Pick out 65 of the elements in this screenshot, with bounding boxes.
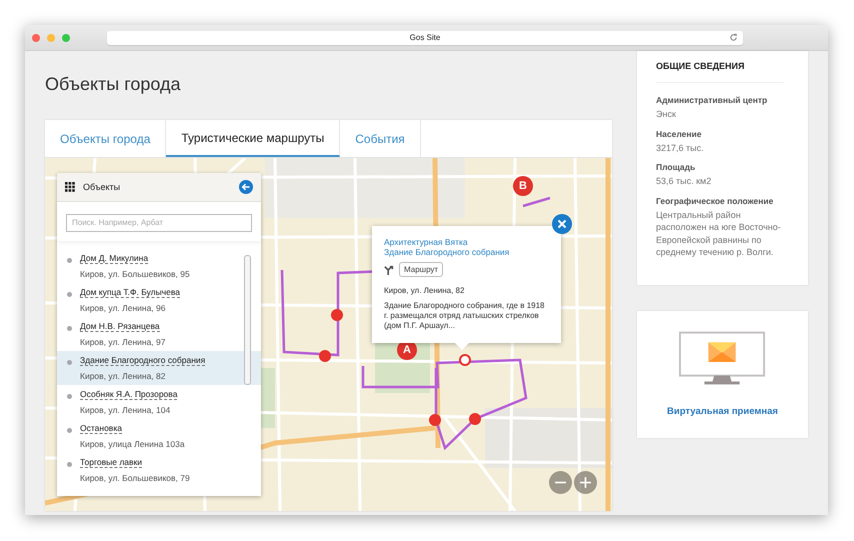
popup-description: Здание Благородного собрания, где в 1918 г. размещался отряд латышских стрелков (дом П.Г. Аршаул... — [384, 301, 546, 331]
object-list-item[interactable]: Здание Благородного собрания Киров, ул. Ленина, 82 — [57, 350, 261, 384]
object-list-item[interactable]: Торговые лавки Киров, ул. Большевиков, 79 — [57, 452, 261, 486]
info-heading: ОБЩИЕ СВЕДЕНИЯ — [656, 61, 784, 83]
tab[interactable]: Туристические маршруты — [166, 120, 340, 157]
tab[interactable]: Объекты города — [45, 120, 166, 157]
close-window-icon[interactable] — [32, 34, 40, 42]
page-title: Объекты города — [45, 73, 182, 96]
route-point-icon[interactable] — [459, 354, 471, 366]
info-label: Площадь — [656, 162, 696, 172]
object-name-link[interactable]: Особняк Я.А. Прозорова — [80, 388, 178, 400]
panel-title: Объекты — [83, 182, 122, 192]
object-address: Киров, ул. Большевиков, 79 — [80, 472, 190, 482]
reload-icon[interactable] — [729, 33, 738, 42]
bullet-icon — [67, 394, 72, 398]
bullet-icon — [67, 462, 72, 466]
route-point-icon[interactable] — [319, 350, 331, 362]
object-name-link[interactable]: Дом Д. Микулина — [80, 252, 148, 264]
bullet-icon — [67, 428, 72, 432]
info-label: Административный центр — [656, 95, 768, 105]
object-name-link[interactable]: Дом Н.В. Рязанцева — [80, 320, 160, 332]
info-value: 53,6 тыс. км2 — [656, 175, 712, 188]
bullet-icon — [67, 326, 72, 330]
object-name-link[interactable]: Дом купца Т.Ф. Булычева — [80, 286, 180, 298]
route-point-icon[interactable] — [331, 309, 343, 321]
tab[interactable]: События — [340, 120, 421, 157]
info-value: Энск — [656, 108, 677, 120]
address-bar[interactable]: Gos Site — [107, 30, 743, 44]
close-icon[interactable] — [552, 214, 572, 234]
grid-icon[interactable] — [65, 182, 75, 192]
info-label: Географическое положение — [656, 196, 774, 206]
popup-title-link[interactable]: Архитектурная Вятка — [384, 237, 549, 247]
route-point-icon[interactable] — [469, 413, 481, 425]
back-arrow-icon[interactable] — [239, 180, 253, 194]
plus-icon — [579, 476, 592, 489]
object-address: Киров, ул. Ленина, 104 — [80, 404, 172, 414]
info-label: Население — [656, 128, 702, 138]
object-name-link[interactable]: Торговые лавки — [80, 456, 142, 468]
bullet-icon — [67, 292, 72, 296]
object-name-link[interactable]: Остановка — [80, 422, 122, 434]
monitor-envelope-icon — [678, 330, 766, 386]
object-list-item[interactable]: Особняк Я.А. Прозорова Киров, ул. Ленина, 104 — [57, 384, 261, 418]
info-value: Центральный район расположен на юге Восточно-Европейской равнины по среднему течению р. Волги. — [656, 208, 782, 258]
object-list-item[interactable]: Дом Н.В. Рязанцева Киров, ул. Ленина, 97 — [57, 316, 261, 350]
object-address: Киров, ул. Ленина, 96 — [80, 302, 166, 312]
search-field[interactable]: Поиск. Например, Арбат — [66, 214, 252, 232]
popup-title-link[interactable]: Здание Благородного собрания — [384, 247, 549, 257]
virtual-reception-card[interactable]: Виртуальная приемная — [637, 310, 808, 438]
object-address: Киров, ул. Ленина, 97 — [80, 336, 166, 346]
object-address: Киров, улица Ленина 103а — [80, 438, 185, 448]
info-value: 3217,6 тыс. — [656, 142, 705, 154]
bullet-icon — [67, 258, 72, 262]
virtual-reception-link[interactable]: Виртуальная приемная — [667, 406, 778, 416]
object-list-item[interactable]: Дом Д. Микулина Киров, ул. Большевиков, 95 — [57, 248, 261, 282]
route-point-icon[interactable] — [429, 414, 441, 426]
object-address: Киров, ул. Большевиков, 95 — [80, 268, 190, 278]
object-name-link[interactable]: Здание Благородного собрания — [80, 354, 206, 366]
route-button[interactable]: Маршрут — [399, 262, 444, 277]
route-fork-icon — [384, 264, 394, 274]
object-list-item[interactable]: Остановка Киров, улица Ленина 103а — [57, 418, 261, 452]
object-list-item[interactable]: Дом купца Т.Ф. Булычева Киров, ул. Ленина, 96 — [57, 282, 261, 316]
object-address: Киров, ул. Ленина, 82 — [80, 370, 166, 380]
bullet-icon — [67, 360, 72, 364]
scrollbar[interactable] — [244, 254, 251, 384]
popup-address: Киров, ул. Ленина, 82 — [384, 286, 466, 295]
